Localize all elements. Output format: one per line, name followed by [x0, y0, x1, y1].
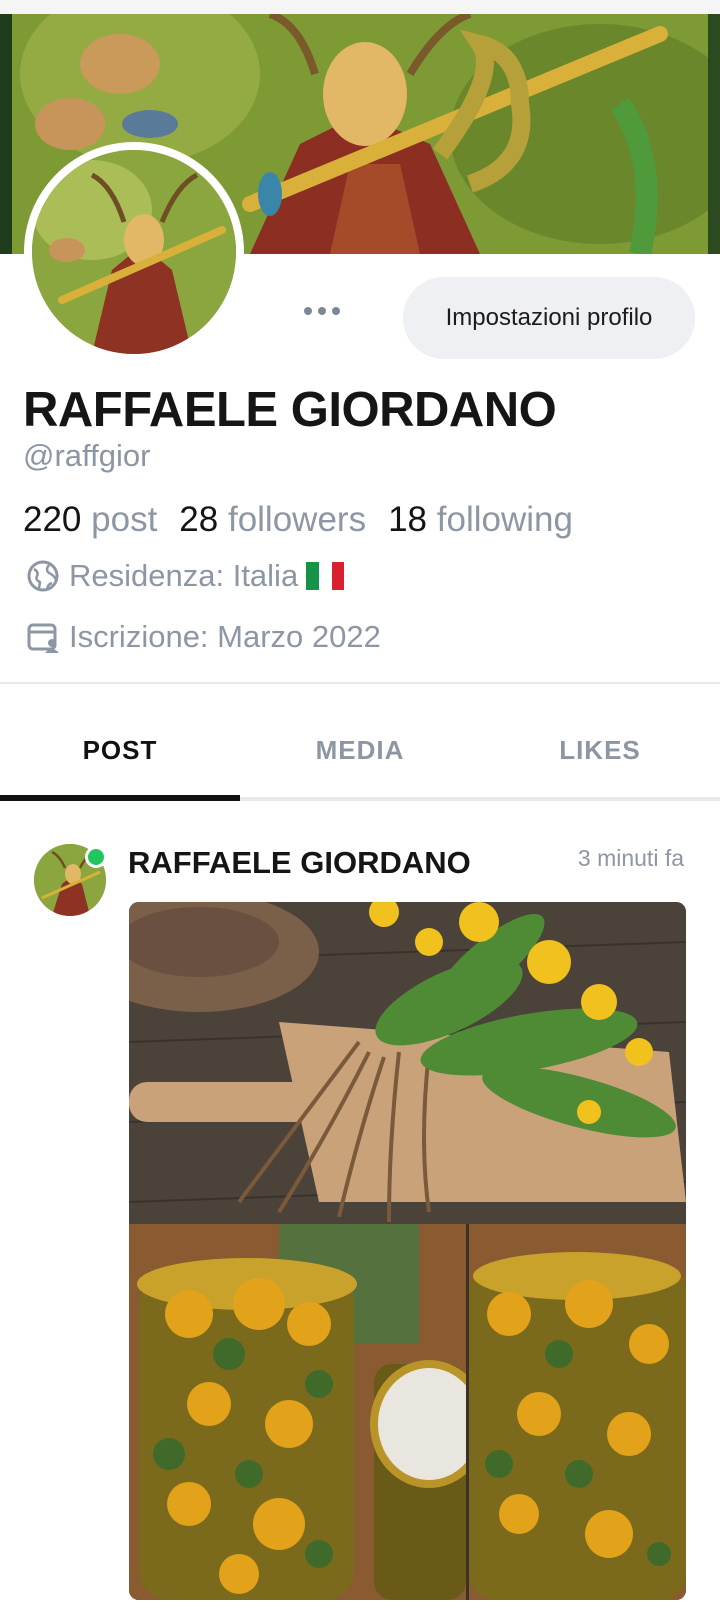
residence-text: Residenza: Italia [69, 558, 299, 593]
active-tab-indicator [0, 795, 240, 801]
avatar-image [32, 150, 236, 354]
profile-stats: 220 post 28 followers 18 following [23, 500, 573, 540]
more-options-button[interactable] [298, 296, 346, 326]
post-image-dandelion-roots[interactable] [129, 902, 686, 1224]
status-bar-edge [0, 0, 720, 15]
profile-handle: @raffgior [23, 438, 151, 473]
followers-stat[interactable]: 28 followers [179, 500, 366, 539]
tab-media[interactable]: MEDIA [240, 700, 480, 800]
post-image-jar-right[interactable] [469, 1224, 686, 1600]
online-status-indicator [85, 846, 107, 868]
profile-avatar[interactable] [24, 142, 244, 362]
post-image-jar-left[interactable] [129, 1224, 466, 1600]
residence-row: Residenza: Italia [25, 558, 345, 594]
following-stat[interactable]: 18 following [388, 500, 573, 539]
posts-stat[interactable]: 220 post [23, 500, 157, 539]
profile-settings-button[interactable]: Impostazioni profilo [403, 277, 695, 359]
more-horizontal-icon [304, 307, 312, 315]
tab-post[interactable]: POST [0, 700, 240, 800]
post-image-collage[interactable] [129, 902, 686, 1600]
globe-icon [27, 560, 59, 592]
joined-text: Iscrizione: Marzo 2022 [69, 619, 381, 654]
calendar-user-icon [27, 623, 59, 653]
post-author-name[interactable]: RAFFAELE GIORDANO [128, 845, 471, 881]
post-timestamp: 3 minuti fa [577, 845, 684, 871]
italy-flag-icon [306, 562, 345, 590]
tab-likes[interactable]: LIKES [480, 700, 720, 800]
profile-display-name: RAFFAELE GIORDANO [23, 383, 557, 437]
joined-row: Iscrizione: Marzo 2022 [25, 619, 381, 655]
profile-tabs: POST MEDIA LIKES [0, 700, 720, 800]
section-divider [0, 682, 720, 684]
